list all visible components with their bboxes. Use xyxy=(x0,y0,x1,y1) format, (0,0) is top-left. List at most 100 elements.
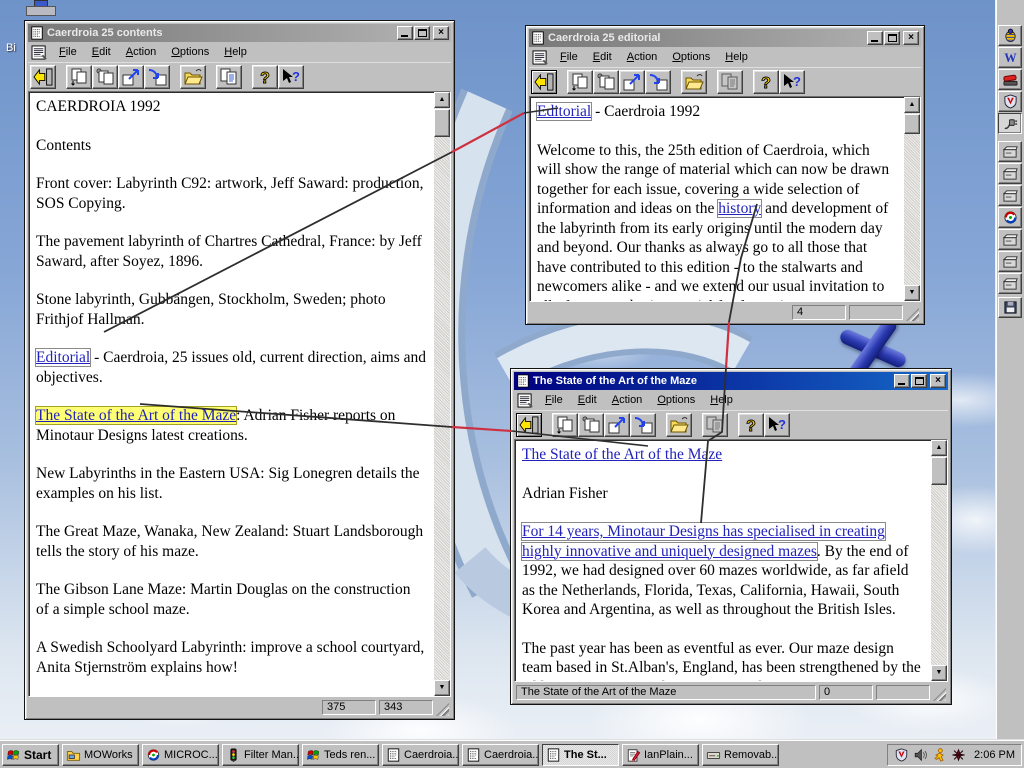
close-button[interactable]: × xyxy=(433,26,449,40)
task-caerdroia-1[interactable]: Caerdroia... xyxy=(382,743,459,766)
copy-button[interactable] xyxy=(702,412,728,437)
scroll-up-button[interactable]: ▲ xyxy=(931,440,947,456)
drive-eject-icon-button[interactable] xyxy=(998,229,1022,250)
paste-page-button[interactable] xyxy=(578,412,604,437)
resize-grip[interactable] xyxy=(933,688,946,701)
maximize-button[interactable] xyxy=(884,31,900,45)
task-filter-manager[interactable]: Filter Man... xyxy=(222,743,299,766)
menu-action[interactable]: Action xyxy=(126,46,157,58)
camera-drive-icon-button[interactable] xyxy=(998,207,1022,228)
menu-file[interactable]: File xyxy=(560,51,578,63)
close-button[interactable]: × xyxy=(903,31,919,45)
title-link[interactable]: The State of the Art of the Maze xyxy=(522,446,722,463)
title-bar[interactable]: The State of the Art of the Maze × xyxy=(514,372,948,390)
menu-help[interactable]: Help xyxy=(710,394,733,406)
resize-grip[interactable] xyxy=(906,308,919,321)
bug-icon-button[interactable] xyxy=(998,25,1022,46)
minimize-button[interactable] xyxy=(397,26,413,40)
desktop-icon-label[interactable]: Bi xyxy=(6,42,16,54)
virus-shield-icon[interactable] xyxy=(894,748,909,762)
menu-options[interactable]: Options xyxy=(672,51,710,63)
task-removable[interactable]: Removab... xyxy=(702,743,779,766)
desktop-icon-fragment[interactable] xyxy=(26,0,56,16)
paste-page-button[interactable] xyxy=(92,64,118,89)
copy-page-button[interactable] xyxy=(567,69,593,94)
menu-file[interactable]: File xyxy=(545,394,563,406)
menu-help[interactable]: Help xyxy=(725,51,748,63)
floppy-icon-button[interactable] xyxy=(998,297,1022,318)
back-button[interactable] xyxy=(516,412,542,437)
copy-button[interactable] xyxy=(717,69,743,94)
vertical-scrollbar[interactable]: ▲ ▼ xyxy=(434,92,450,696)
link-in-button[interactable] xyxy=(630,412,656,437)
copy-page-button[interactable] xyxy=(552,412,578,437)
vertical-scrollbar[interactable]: ▲ ▼ xyxy=(904,97,920,301)
open-button[interactable] xyxy=(180,64,206,89)
context-help-button[interactable] xyxy=(779,69,805,94)
task-caerdroia-2[interactable]: Caerdroia... xyxy=(462,743,539,766)
link-out-button[interactable] xyxy=(604,412,630,437)
running-man-icon[interactable] xyxy=(932,748,947,762)
scroll-down-button[interactable]: ▼ xyxy=(904,285,920,301)
menu-help[interactable]: Help xyxy=(224,46,247,58)
task-ianplain[interactable]: IanPlain... xyxy=(622,743,699,766)
close-button[interactable]: × xyxy=(930,374,946,388)
scroll-thumb[interactable] xyxy=(904,114,920,134)
minimize-button[interactable] xyxy=(867,31,883,45)
speaker-icon[interactable] xyxy=(913,748,928,762)
title-bar[interactable]: Caerdroia 25 editorial × xyxy=(529,29,921,47)
scroll-up-button[interactable]: ▲ xyxy=(434,92,450,108)
document-menu-icon[interactable] xyxy=(31,45,48,60)
document-menu-icon[interactable] xyxy=(517,393,534,408)
open-button[interactable] xyxy=(666,412,692,437)
context-help-button[interactable] xyxy=(764,412,790,437)
task-microc[interactable]: MICROC... xyxy=(142,743,219,766)
resize-grip[interactable] xyxy=(436,703,449,716)
editorial-link[interactable]: Editorial xyxy=(34,348,92,367)
scroll-down-button[interactable]: ▼ xyxy=(931,665,947,681)
plug-icon-button[interactable] xyxy=(998,113,1022,134)
copy-button[interactable] xyxy=(216,64,242,89)
editorial-heading-link[interactable]: Editorial xyxy=(535,102,593,121)
link-in-button[interactable] xyxy=(144,64,170,89)
drive-sync-icon-button[interactable] xyxy=(998,185,1022,206)
history-link[interactable]: history xyxy=(717,199,763,218)
flower-icon[interactable] xyxy=(951,748,966,762)
drive-shield-icon-button[interactable] xyxy=(998,273,1022,294)
maximize-button[interactable] xyxy=(414,26,430,40)
menu-action[interactable]: Action xyxy=(612,394,643,406)
stapler-icon-button[interactable] xyxy=(998,69,1022,90)
back-button[interactable] xyxy=(531,69,557,94)
open-button[interactable] xyxy=(681,69,707,94)
shield-badge-icon-button[interactable] xyxy=(998,91,1022,112)
link-out-button[interactable] xyxy=(118,64,144,89)
menu-action[interactable]: Action xyxy=(627,51,658,63)
help-button[interactable] xyxy=(753,69,779,94)
link-in-button[interactable] xyxy=(645,69,671,94)
menu-options[interactable]: Options xyxy=(171,46,209,58)
drive-n-icon-button[interactable] xyxy=(998,251,1022,272)
scroll-thumb[interactable] xyxy=(434,109,450,137)
scroll-up-button[interactable]: ▲ xyxy=(904,97,920,113)
menu-edit[interactable]: Edit xyxy=(92,46,111,58)
help-button[interactable] xyxy=(738,412,764,437)
state-of-the-art-link[interactable]: The State of the Art of the Maze xyxy=(34,406,238,425)
menu-edit[interactable]: Edit xyxy=(578,394,597,406)
drive-dark-icon-button[interactable] xyxy=(998,163,1022,184)
link-out-button[interactable] xyxy=(619,69,645,94)
title-bar[interactable]: Caerdroia 25 contents × xyxy=(28,24,451,42)
drive-bolt-icon-button[interactable] xyxy=(998,141,1022,162)
task-moworks[interactable]: MOWorks xyxy=(62,743,139,766)
start-button[interactable]: Start xyxy=(2,743,59,766)
help-button[interactable] xyxy=(252,64,278,89)
task-the-state[interactable]: The St... xyxy=(542,743,619,766)
minimize-button[interactable] xyxy=(894,374,910,388)
menu-file[interactable]: File xyxy=(59,46,77,58)
scroll-down-button[interactable]: ▼ xyxy=(434,680,450,696)
context-help-button[interactable] xyxy=(278,64,304,89)
menu-options[interactable]: Options xyxy=(657,394,695,406)
maximize-button[interactable] xyxy=(911,374,927,388)
task-teds[interactable]: Teds ren... xyxy=(302,743,379,766)
menu-edit[interactable]: Edit xyxy=(593,51,612,63)
vertical-scrollbar[interactable]: ▲ ▼ xyxy=(931,440,947,681)
